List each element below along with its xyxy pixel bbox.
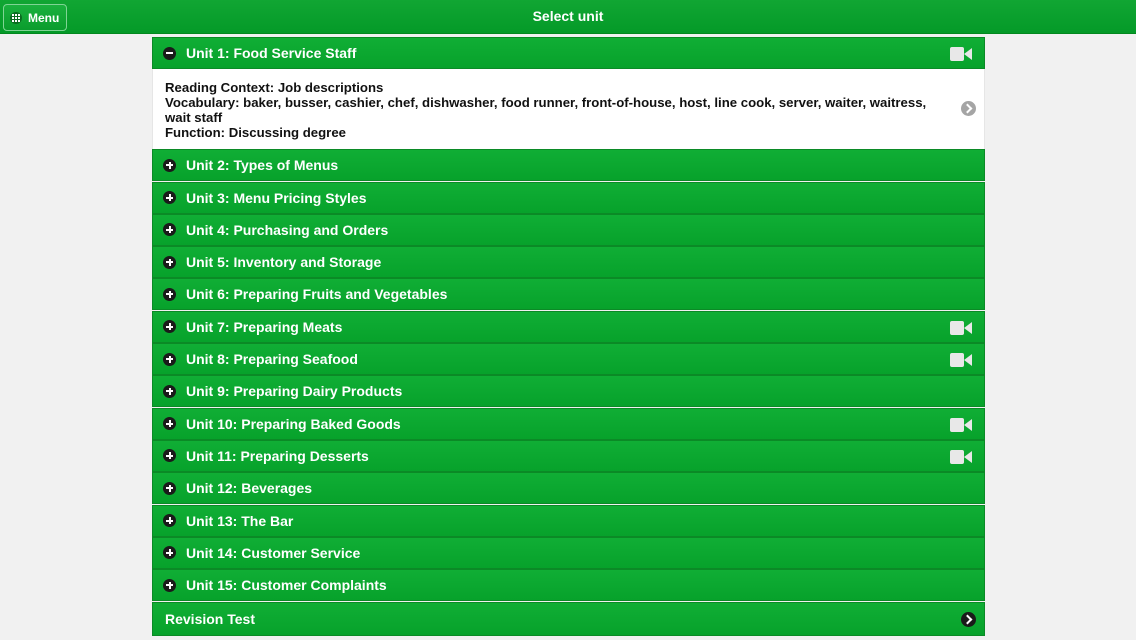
unit-label: Unit 3: Menu Pricing Styles <box>186 189 367 206</box>
grid-icon <box>10 11 22 24</box>
vocabulary: Vocabulary: baker, busser, cashier, chef… <box>165 95 927 126</box>
unit-label: Unit 15: Customer Complaints <box>186 577 387 594</box>
unit-row-7[interactable]: Unit 7: Preparing Meats <box>152 310 985 343</box>
unit-row-1[interactable]: Unit 1: Food Service Staff <box>152 37 985 69</box>
unit-label: Unit 12: Beverages <box>186 480 313 497</box>
chevron-right-circle-icon[interactable] <box>961 101 976 117</box>
plus-circle-icon[interactable] <box>163 191 176 205</box>
unit-label: Unit 1: Food Service Staff <box>186 45 357 61</box>
unit-label: Unit 13: The Bar <box>186 512 294 529</box>
unit-row-9[interactable]: Unit 9: Preparing Dairy Products <box>152 375 985 408</box>
video-camera-icon[interactable] <box>950 47 972 61</box>
unit-row-13[interactable]: Unit 13: The Bar <box>152 504 985 537</box>
unit-row-10[interactable]: Unit 10: Preparing Baked Goods <box>152 407 985 440</box>
menu-button-label: Menu <box>28 10 60 25</box>
unit-label: Unit 6: Preparing Fruits and Vegetables <box>186 286 448 303</box>
video-camera-icon[interactable] <box>950 353 972 368</box>
plus-circle-icon[interactable] <box>163 514 176 528</box>
unit-row-15[interactable]: Unit 15: Customer Complaints <box>152 569 985 602</box>
function: Function: Discussing degree <box>165 125 346 141</box>
chevron-right-circle-icon[interactable] <box>961 612 976 628</box>
top-bar: Menu Select unit <box>0 0 1136 34</box>
unit-label: Unit 14: Customer Service <box>186 544 361 561</box>
minus-circle-icon[interactable] <box>163 46 176 60</box>
plus-circle-icon[interactable] <box>163 449 176 463</box>
unit-1-details[interactable]: Reading Context: Job descriptions Vocabu… <box>152 69 985 150</box>
plus-circle-icon[interactable] <box>163 223 176 237</box>
unit-row-3[interactable]: Unit 3: Menu Pricing Styles <box>152 181 985 214</box>
unit-label: Unit 5: Inventory and Storage <box>186 254 382 271</box>
plus-circle-icon[interactable] <box>163 546 176 560</box>
unit-row-14[interactable]: Unit 14: Customer Service <box>152 536 985 569</box>
unit-label: Unit 11: Preparing Desserts <box>186 447 369 464</box>
unit-label: Unit 4: Purchasing and Orders <box>186 221 389 238</box>
video-camera-icon[interactable] <box>950 417 972 432</box>
plus-circle-icon[interactable] <box>163 352 176 366</box>
unit-row-6[interactable]: Unit 6: Preparing Fruits and Vegetables <box>152 278 985 311</box>
unit-row-8[interactable]: Unit 8: Preparing Seafood <box>152 343 985 376</box>
plus-circle-icon[interactable] <box>163 320 176 334</box>
plus-circle-icon[interactable] <box>163 287 176 301</box>
plus-circle-icon[interactable] <box>163 481 176 495</box>
plus-circle-icon[interactable] <box>163 578 176 592</box>
video-camera-icon[interactable] <box>950 320 972 335</box>
unit-label: Unit 9: Preparing Dairy Products <box>186 383 403 400</box>
plus-circle-icon[interactable] <box>163 255 176 269</box>
video-camera-icon[interactable] <box>950 449 972 464</box>
revision-test-row[interactable]: Revision Test <box>152 602 985 637</box>
unit-row-2[interactable]: Unit 2: Types of Menus <box>152 149 985 182</box>
unit-row-12[interactable]: Unit 12: Beverages <box>152 472 985 505</box>
plus-circle-icon[interactable] <box>163 417 176 431</box>
unit-row-4[interactable]: Unit 4: Purchasing and Orders <box>152 213 985 246</box>
plus-circle-icon[interactable] <box>163 384 176 398</box>
unit-list: Unit 1: Food Service Staff Reading Conte… <box>152 37 985 637</box>
unit-row-11[interactable]: Unit 11: Preparing Desserts <box>152 439 985 472</box>
page-title: Select unit <box>532 8 604 24</box>
menu-button[interactable]: Menu <box>3 4 67 31</box>
revision-test-label: Revision Test <box>165 611 255 628</box>
unit-row-5[interactable]: Unit 5: Inventory and Storage <box>152 246 985 279</box>
unit-label: Unit 10: Preparing Baked Goods <box>186 415 401 432</box>
reading-context: Reading Context: Job descriptions <box>165 80 384 96</box>
unit-label: Unit 7: Preparing Meats <box>186 318 343 335</box>
plus-circle-icon[interactable] <box>163 158 176 172</box>
unit-label: Unit 2: Types of Menus <box>186 157 339 174</box>
unit-label: Unit 8: Preparing Seafood <box>186 351 358 368</box>
